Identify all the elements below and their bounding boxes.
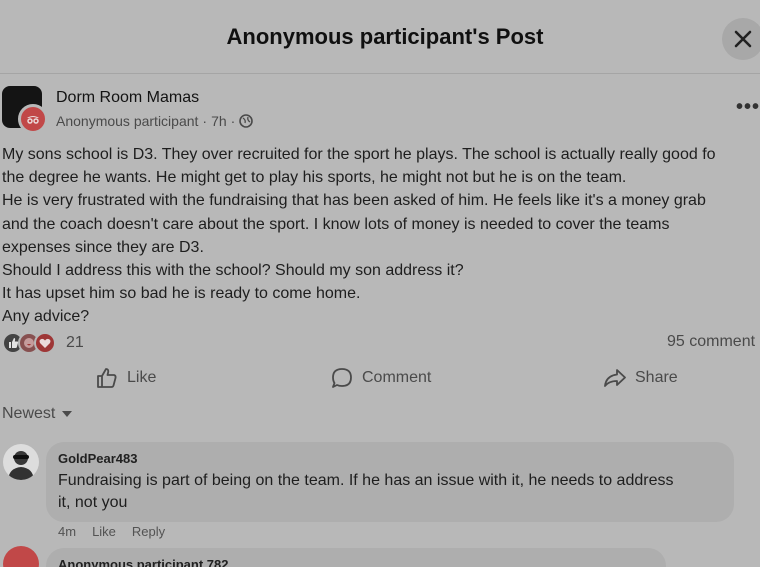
comment-sort-dropdown[interactable]: Newest xyxy=(2,405,73,423)
comment-like-button[interactable]: Like xyxy=(92,524,116,539)
meta-separator: · xyxy=(202,113,208,129)
comment-line: it, not you xyxy=(58,494,128,511)
comment-button[interactable]: Comment xyxy=(330,364,431,392)
meta-separator: · xyxy=(230,113,236,129)
commenter-avatar[interactable] xyxy=(3,546,39,567)
reaction-count: 21 xyxy=(66,334,84,351)
share-icon xyxy=(604,369,626,387)
love-icon xyxy=(34,332,56,354)
comment-author[interactable]: GoldPear483 xyxy=(58,451,138,466)
anonymous-icon xyxy=(27,116,39,124)
thumbs-up-icon xyxy=(97,368,117,388)
like-button[interactable]: Like xyxy=(95,364,156,392)
post-line: expenses since they are D3. xyxy=(2,238,204,256)
post-line: Any advice? xyxy=(2,308,90,326)
post-author: Anonymous participant xyxy=(56,113,199,129)
like-label: Like xyxy=(127,369,157,386)
caret-down-icon xyxy=(62,411,73,417)
comment-bubble: Anonymous participant 782 xyxy=(46,548,666,567)
globe-icon xyxy=(239,114,254,128)
comment-text: Fundraising is part of being on the team… xyxy=(58,470,718,514)
close-button[interactable] xyxy=(722,18,760,60)
post-time[interactable]: 7h xyxy=(211,113,227,129)
more-options-button[interactable]: ••• xyxy=(736,96,760,119)
share-label: Share xyxy=(635,369,678,386)
comment-line: Fundraising is part of being on the team… xyxy=(58,472,674,489)
post-line: It has upset him so bad he is ready to c… xyxy=(2,285,361,303)
sort-label: Newest xyxy=(2,405,56,422)
post-dialog-header: Anonymous participant's Post xyxy=(0,0,760,74)
post-meta: Anonymous participant · 7h · xyxy=(56,113,254,129)
comment-label: Comment xyxy=(362,369,432,386)
share-button[interactable]: Share xyxy=(603,364,678,392)
comment-author[interactable]: Anonymous participant 782 xyxy=(58,557,228,567)
dialog-title: Anonymous participant's Post xyxy=(226,24,544,49)
comment-time[interactable]: 4m xyxy=(58,524,76,539)
group-name-link[interactable]: Dorm Room Mamas xyxy=(56,89,199,107)
commenter-avatar[interactable] xyxy=(3,444,39,480)
post-line: My sons school is D3. They over recruite… xyxy=(2,146,716,163)
anonymous-avatar-badge xyxy=(18,104,48,134)
comment-actions: 4m Like Reply xyxy=(58,524,165,539)
post-line: and the coach doesn't care about the spo… xyxy=(2,215,670,233)
comment-bubble-icon xyxy=(332,368,352,388)
post-line: the degree he wants. He might get to pla… xyxy=(2,169,627,187)
post-line: Should I address this with the school? S… xyxy=(2,261,464,279)
user-avatar-icon xyxy=(8,451,34,480)
close-icon xyxy=(734,30,752,48)
comment-count-link[interactable]: 95 comment xyxy=(667,333,755,351)
post-line: He is very frustrated with the fundraisi… xyxy=(2,192,706,210)
comment-reply-button[interactable]: Reply xyxy=(132,524,165,539)
comment-bubble: GoldPear483 Fundraising is part of being… xyxy=(46,442,734,522)
reaction-summary[interactable]: 21 xyxy=(2,331,84,355)
post-body: My sons school is D3. They over recruite… xyxy=(2,143,760,329)
